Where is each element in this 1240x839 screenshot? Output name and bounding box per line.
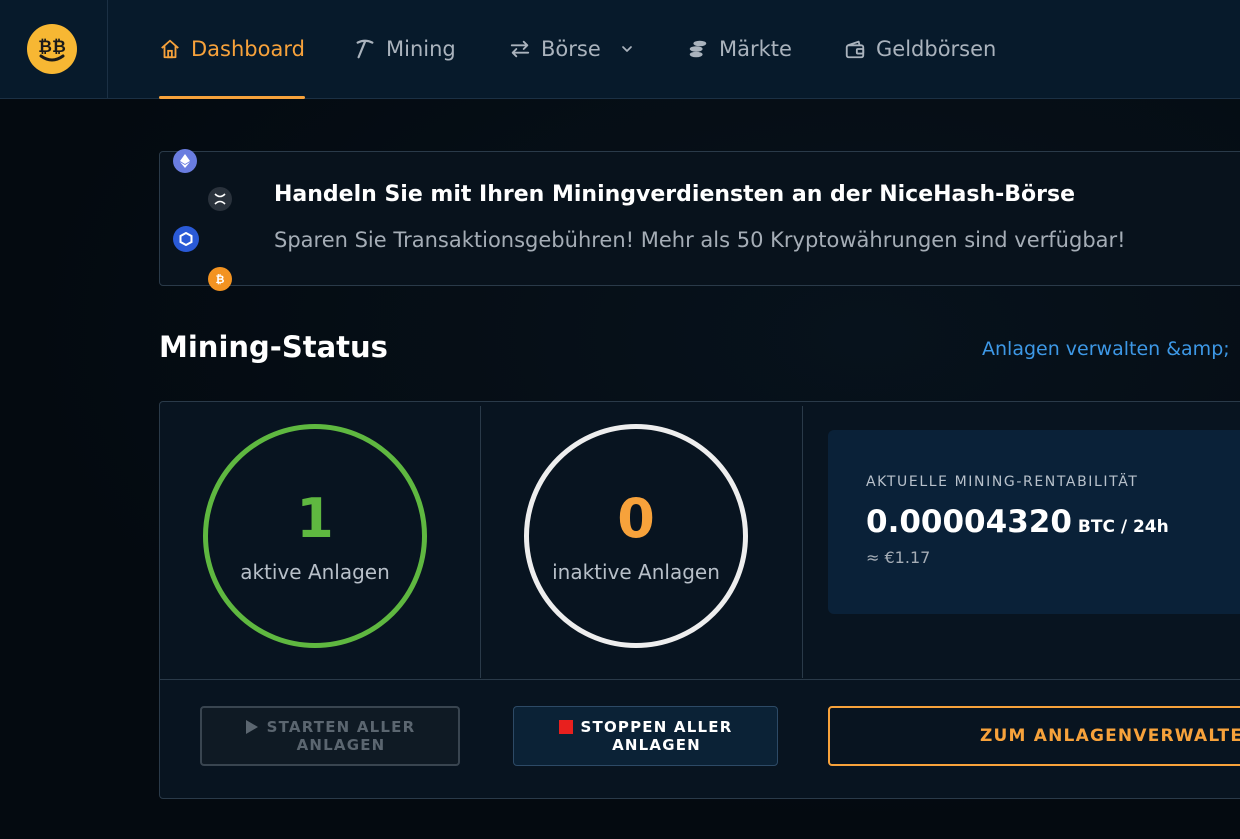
svg-text:₿₿: ₿₿ — [38, 37, 66, 57]
start-button-line2: ANLAGEN — [296, 736, 386, 754]
svg-text:₿: ₿ — [216, 273, 225, 286]
active-rigs-ring: 1 aktive Anlagen — [203, 424, 427, 648]
active-rigs-label: aktive Anlagen — [240, 560, 390, 584]
logo-cell: ₿₿ — [0, 0, 108, 98]
mining-status-title: Mining-Status — [159, 330, 388, 364]
ethereum-coin-icon — [173, 149, 197, 173]
profitability-value: 0.00004320 — [866, 504, 1072, 540]
coins-stack-icon — [689, 40, 707, 58]
chevron-down-icon — [621, 46, 632, 52]
nav-item-exchange[interactable]: Börse — [509, 0, 635, 98]
exchange-promo-banner[interactable]: ₿ Handeln Sie mit Ihren Miningverdienste… — [159, 149, 1240, 291]
profitability-panel: AKTUELLE MINING-RENTABILITÄT 0.00004320 B… — [828, 430, 1240, 614]
inactive-rigs-ring: 0 inaktive Anlagen — [524, 424, 748, 648]
nav-item-label: Märkte — [719, 37, 792, 61]
nav-item-dashboard[interactable]: Dashboard — [159, 0, 305, 99]
top-navigation: ₿₿ Dashboard Mining Börse Märkte Geldbör… — [0, 0, 1240, 99]
nav-item-label: Börse — [541, 37, 601, 61]
divider — [802, 406, 803, 678]
inactive-rigs-label: inaktive Anlagen — [552, 560, 720, 584]
wallet-icon — [845, 40, 865, 59]
stop-all-rigs-button[interactable]: STOPPEN ALLER ANLAGEN — [513, 706, 778, 766]
pickaxe-icon — [356, 39, 374, 59]
nav-item-markets[interactable]: Märkte — [687, 0, 792, 98]
nav-item-label: Mining — [386, 37, 456, 61]
go-to-rig-manager-button[interactable]: ZUM ANLAGENVERWALTE — [828, 706, 1240, 766]
nav-item-label: Dashboard — [191, 37, 305, 61]
chainlink-coin-icon — [173, 226, 199, 252]
divider — [160, 679, 1240, 680]
xrp-coin-icon — [208, 187, 232, 211]
stop-button-line2: ANLAGEN — [612, 736, 701, 754]
rig-manager-button-label: ZUM ANLAGENVERWALTE — [980, 726, 1240, 746]
start-all-rigs-button[interactable]: STARTEN ALLER ANLAGEN — [200, 706, 460, 766]
profitability-unit: BTC / 24h — [1077, 517, 1169, 537]
banner-subtitle: Sparen Sie Transaktionsgebühren! Mehr al… — [274, 228, 1126, 252]
home-icon — [161, 39, 179, 59]
mining-status-card: 1 aktive Anlagen 0 inaktive Anlagen AKTU… — [159, 401, 1240, 799]
inactive-rigs-count: 0 — [617, 487, 655, 550]
page: ₿₿ Dashboard Mining Börse Märkte Geldbör… — [0, 0, 1240, 839]
exchange-arrows-icon — [510, 40, 530, 58]
divider — [480, 406, 481, 678]
play-icon — [245, 720, 258, 734]
profitability-fiat: ≈ €1.17 — [866, 548, 931, 567]
bitcoin-coin-icon: ₿ — [208, 267, 232, 291]
nav-item-wallets[interactable]: Geldbörsen — [844, 0, 996, 98]
banner-title: Handeln Sie mit Ihren Miningverdiensten … — [274, 182, 1076, 207]
manage-rigs-link[interactable]: Anlagen verwalten &amp; — [982, 338, 1230, 360]
active-rigs-count: 1 — [296, 487, 334, 550]
nicehash-logo-icon[interactable]: ₿₿ — [27, 24, 77, 74]
stop-button-line1: STOPPEN ALLER — [580, 718, 733, 736]
profitability-label: AKTUELLE MINING-RENTABILITÄT — [866, 474, 1139, 490]
nav-item-mining[interactable]: Mining — [354, 0, 456, 98]
stop-square-icon — [558, 720, 573, 734]
start-button-line1: STARTEN ALLER — [266, 718, 416, 736]
nav-item-label: Geldbörsen — [876, 37, 997, 61]
profitability-value-row: 0.00004320 BTC / 24h — [866, 504, 1169, 540]
